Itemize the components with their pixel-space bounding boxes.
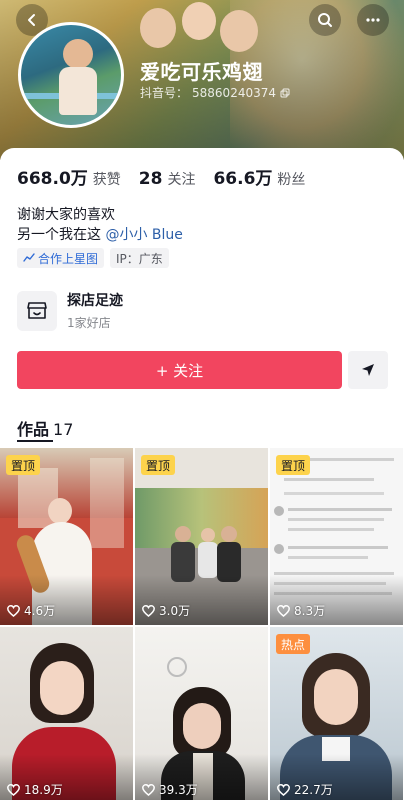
stat-value: 668.0万: [17, 169, 88, 189]
heart-icon: [142, 604, 155, 617]
works-label: 作品: [17, 420, 50, 439]
ip-tag-label: IP：广东: [116, 251, 163, 266]
store-title: 探店足迹: [67, 293, 123, 309]
chevron-left-icon: [28, 14, 35, 26]
store-subtitle: 1家好店: [67, 316, 111, 330]
video-tile[interactable]: 39.3万: [135, 627, 268, 800]
like-count: 22.7万: [277, 781, 333, 798]
stat-label: 获赞: [92, 172, 121, 188]
like-count: 4.6万: [7, 602, 55, 619]
share-icon: [362, 364, 374, 376]
heart-icon: [7, 604, 20, 617]
video-tile[interactable]: 18.9万: [0, 627, 133, 800]
video-tile[interactable]: 热点 22.7万: [270, 627, 403, 800]
tab-works-indicator: [17, 440, 53, 442]
like-count-value: 39.3万: [159, 783, 198, 797]
like-count-value: 8.3万: [294, 604, 326, 618]
stat-likes[interactable]: 668.0万 获赞: [17, 164, 121, 189]
heart-icon: [7, 783, 20, 796]
heart-icon: [277, 604, 290, 617]
tag-row: 合作上星图 IP：广东: [17, 248, 169, 268]
pinned-badge: 置顶: [6, 455, 41, 475]
stat-following[interactable]: 28 关注: [139, 169, 196, 189]
like-count: 8.3万: [277, 602, 325, 619]
bio-line-2-text: 另一个我在这: [17, 227, 106, 243]
avatar[interactable]: [18, 22, 124, 128]
tab-works[interactable]: 作品 17: [17, 416, 73, 440]
share-button[interactable]: [348, 351, 388, 389]
bio-mention-link[interactable]: @小小 Blue: [105, 227, 182, 243]
stat-value: 28: [138, 169, 163, 189]
profile-card: 668.0万 获赞 28 关注 66.6万 粉丝 谢谢大家的喜欢 另一个我在这 …: [0, 148, 404, 800]
stat-label: 粉丝: [277, 172, 306, 188]
uid-value: 58860240374: [192, 85, 276, 100]
profile-uid[interactable]: 抖音号： 58860240374: [140, 84, 290, 101]
hot-badge: 热点: [276, 634, 311, 654]
like-count: 39.3万: [142, 781, 198, 798]
like-count: 3.0万: [142, 602, 190, 619]
uid-label: 抖音号：: [140, 86, 189, 100]
pinned-badge: 置顶: [141, 455, 176, 475]
star-map-icon: [23, 253, 35, 262]
copy-icon[interactable]: [280, 88, 290, 98]
like-count-value: 22.7万: [294, 783, 333, 797]
store-icon: [17, 290, 57, 331]
profile-name: 爱吃可乐鸡翅: [140, 60, 263, 84]
works-count: 17: [53, 420, 74, 439]
cooperation-tag-label: 合作上星图: [38, 251, 99, 266]
like-count-value: 18.9万: [24, 783, 63, 797]
stat-label: 关注: [167, 172, 196, 188]
more-icon: [366, 18, 380, 22]
heart-icon: [142, 783, 155, 796]
cooperation-tag[interactable]: 合作上星图: [17, 248, 105, 268]
video-tile[interactable]: 置顶 4.6万: [0, 448, 133, 625]
like-count: 18.9万: [7, 781, 63, 798]
bio-line-2: 另一个我在这 @小小 Blue: [17, 224, 183, 244]
stats-row: 668.0万 获赞 28 关注 66.6万 粉丝: [17, 164, 323, 189]
follow-button[interactable]: + 关注: [17, 351, 342, 389]
more-button[interactable]: [357, 4, 389, 36]
video-tile[interactable]: 置顶 3.0万: [135, 448, 268, 625]
bio-line-1: 谢谢大家的喜欢: [17, 207, 115, 223]
heart-icon: [277, 783, 290, 796]
stat-value: 66.6万: [213, 169, 273, 189]
stat-followers[interactable]: 66.6万 粉丝: [213, 164, 305, 189]
search-button[interactable]: [309, 4, 341, 36]
video-tile[interactable]: 置顶 8.3万: [270, 448, 403, 625]
ip-tag: IP：广东: [110, 248, 169, 268]
pinned-badge: 置顶: [276, 455, 311, 475]
search-icon: [318, 13, 332, 27]
like-count-value: 3.0万: [159, 604, 191, 618]
like-count-value: 4.6万: [24, 604, 56, 618]
store-entry[interactable]: 探店足迹 1家好店: [17, 290, 123, 331]
